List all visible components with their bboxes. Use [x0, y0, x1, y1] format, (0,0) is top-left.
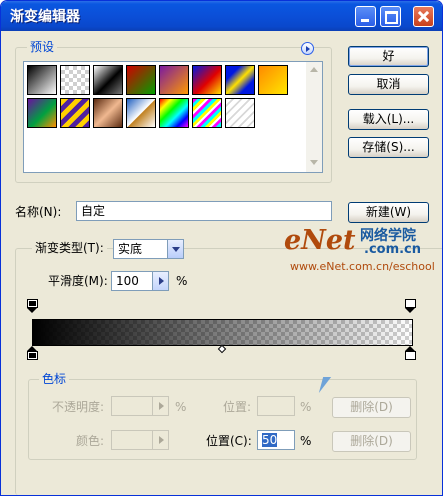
smoothness-unit: %: [176, 274, 188, 288]
presets-label: 预设: [27, 40, 58, 54]
play-arrow-icon: [159, 402, 164, 410]
gradient-editor-window: 渐变编辑器 预设 好 取消 载入(L)... 存储(S)... 名称(N): 自…: [0, 0, 443, 496]
smoothness-input[interactable]: 100: [111, 271, 169, 291]
play-arrow-icon: [159, 436, 164, 444]
preset-swatch[interactable]: [258, 65, 288, 95]
gradient-type-value: 实底: [118, 242, 143, 256]
close-button[interactable]: [413, 6, 434, 27]
color-location-value: 50: [262, 433, 278, 447]
load-button[interactable]: 载入(L)...: [348, 109, 429, 130]
title-bar[interactable]: 渐变编辑器: [1, 1, 442, 31]
stops-label: 色标: [39, 372, 70, 386]
preset-swatch[interactable]: [126, 65, 156, 95]
preset-swatch[interactable]: [159, 65, 189, 95]
enet-logo-domain: .com.cn: [364, 242, 422, 257]
preset-swatch[interactable]: [27, 65, 57, 95]
maximize-button[interactable]: [380, 6, 401, 27]
smoothness-value: 100: [116, 274, 139, 288]
delete-opacity-stop-button[interactable]: 删除(D): [332, 397, 411, 418]
opacity-stop-left[interactable]: [27, 299, 38, 313]
color-swatch-field[interactable]: [111, 430, 169, 450]
enet-logo-text: eNet: [284, 225, 356, 256]
preset-swatch-list: [23, 61, 323, 173]
preset-swatch[interactable]: [225, 98, 255, 128]
preset-list-scrollbar[interactable]: [306, 62, 322, 172]
scroll-up-icon[interactable]: [310, 67, 318, 72]
color-location-label: 位置(C):: [206, 434, 252, 448]
color-stop-left[interactable]: [27, 346, 38, 360]
window-title: 渐变编辑器: [10, 9, 80, 25]
color-label: 颜色:: [76, 434, 105, 448]
play-arrow-icon: [159, 277, 164, 285]
opacity-label: 不透明度:: [52, 400, 105, 414]
chevron-down-icon[interactable]: [167, 240, 183, 258]
color-location-unit: %: [300, 434, 312, 448]
watermark-url: www.eNet.com.cn/eschool: [290, 260, 435, 273]
color-stop-right[interactable]: [405, 346, 416, 360]
scroll-down-icon[interactable]: [310, 160, 318, 165]
preset-swatch[interactable]: [60, 98, 90, 128]
opacity-location-input[interactable]: [257, 396, 295, 416]
preset-swatch[interactable]: [192, 65, 222, 95]
cancel-button[interactable]: 取消: [348, 74, 429, 95]
gradient-type-select[interactable]: 实底: [113, 239, 184, 259]
color-location-input[interactable]: 50: [257, 430, 295, 450]
gradient-type-label: 渐变类型(T):: [32, 241, 107, 255]
name-label: 名称(N):: [15, 205, 62, 219]
opacity-input[interactable]: [111, 396, 169, 416]
preset-swatch[interactable]: [60, 65, 90, 95]
preset-swatch[interactable]: [93, 98, 123, 128]
preset-swatch[interactable]: [159, 98, 189, 128]
opacity-location-unit: %: [300, 400, 312, 414]
preset-swatch[interactable]: [225, 65, 255, 95]
ok-button[interactable]: 好: [348, 46, 429, 67]
save-button[interactable]: 存储(S)...: [348, 137, 429, 158]
preset-swatch[interactable]: [27, 98, 57, 128]
preset-swatch[interactable]: [192, 98, 222, 128]
smoothness-label: 平滑度(M):: [48, 274, 108, 288]
smoothness-slider-toggle[interactable]: [152, 272, 168, 290]
delete-color-stop-button[interactable]: 删除(D): [332, 431, 411, 452]
preset-swatch[interactable]: [93, 65, 123, 95]
opacity-location-label: 位置:: [223, 400, 252, 414]
play-arrow-icon: [306, 46, 310, 52]
preset-swatch[interactable]: [126, 98, 156, 128]
minimize-button[interactable]: [355, 6, 376, 27]
new-button[interactable]: 新建(W): [348, 202, 429, 223]
presets-menu-button[interactable]: [301, 42, 314, 55]
name-input[interactable]: 自定: [76, 201, 332, 221]
opacity-unit: %: [175, 400, 187, 414]
opacity-stop-right[interactable]: [405, 299, 416, 313]
gradient-preview-bar[interactable]: [32, 319, 413, 346]
